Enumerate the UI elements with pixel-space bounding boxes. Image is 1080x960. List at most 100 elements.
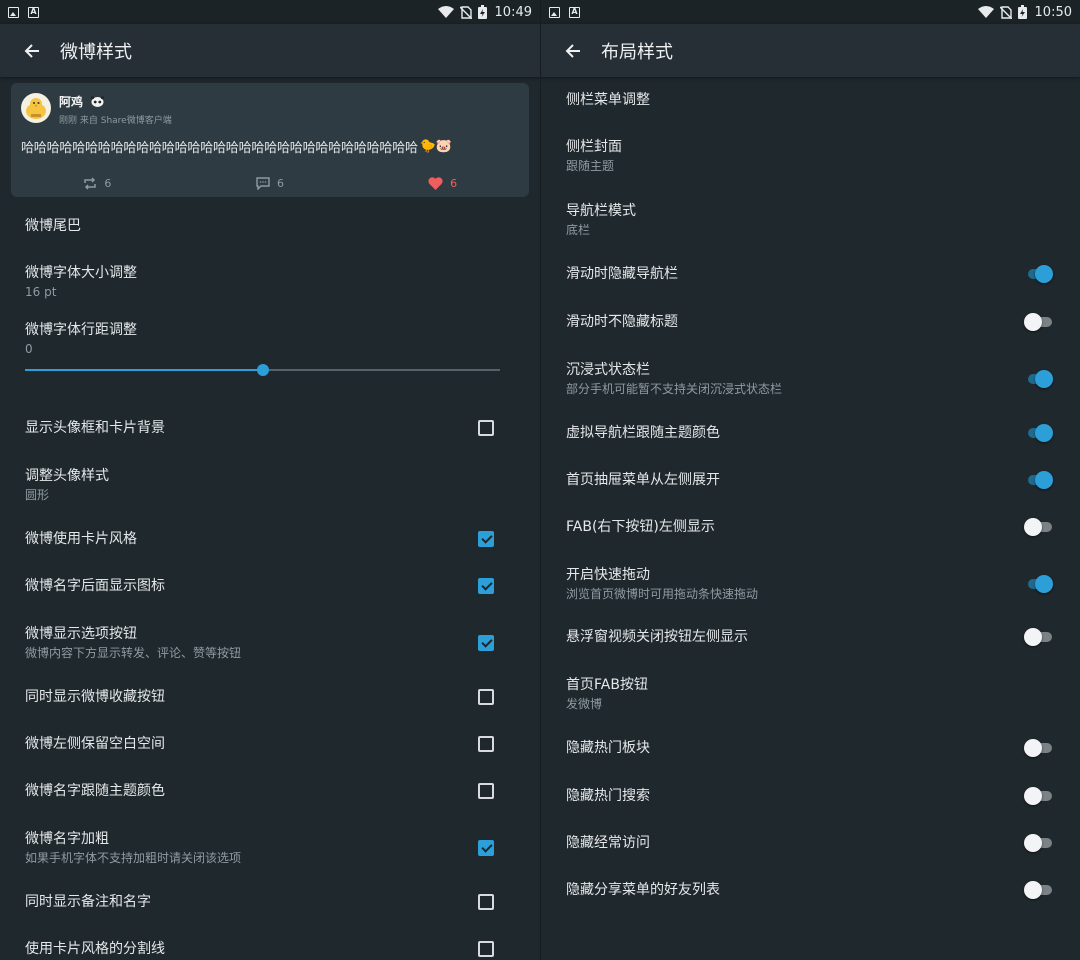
- settings-item-text: 调整头像样式 圆形: [25, 467, 540, 503]
- settings-item[interactable]: 微博名字跟随主题颜色: [0, 776, 540, 806]
- layout-style-settings-list: 侧栏菜单调整 侧栏封面 跟随主题 导航栏模式 底栏 滑动时隐藏导航栏 滑动时不隐藏标题 沉浸式…: [541, 0, 1080, 960]
- weibo-style-screen: A 10:49 微博样式 阿鸡 刚刚 来自 Share微博客户端 哈哈哈哈哈哈哈…: [0, 0, 540, 960]
- settings-item-title: 微博尾巴: [25, 218, 81, 234]
- switch-thumb: [1024, 628, 1042, 646]
- settings-item-text: 使用卡片风格的分割线: [25, 940, 540, 958]
- settings-item[interactable]: 显示头像框和卡片背景: [0, 413, 540, 443]
- checkbox-checked[interactable]: [478, 635, 494, 651]
- settings-item-text: 微博字体行距调整 0: [25, 321, 540, 357]
- toggle-switch-off[interactable]: [1024, 833, 1052, 853]
- settings-item-summary: 跟随主题: [566, 159, 615, 173]
- checkbox-unchecked[interactable]: [478, 894, 494, 910]
- settings-item[interactable]: 开启快速拖动 浏览首页微博时可用拖动条快速拖动: [541, 562, 1080, 606]
- settings-item[interactable]: 悬浮窗视频关闭按钮左侧显示: [541, 622, 1080, 652]
- settings-item[interactable]: FAB(右下按钮)左侧显示: [541, 512, 1080, 542]
- switch-thumb: [1035, 575, 1053, 593]
- settings-item[interactable]: 侧栏菜单调整: [541, 85, 1080, 115]
- settings-item-title: 微博字体行距调整: [25, 322, 137, 338]
- settings-item[interactable]: 隐藏热门板块: [541, 733, 1080, 763]
- settings-item[interactable]: 微博名字后面显示图标: [0, 571, 540, 601]
- settings-item-text: 微博使用卡片风格: [25, 530, 540, 548]
- settings-item-text: 虚拟导航栏跟随主题颜色: [566, 424, 1080, 442]
- switch-thumb: [1024, 834, 1042, 852]
- checkbox-checked[interactable]: [478, 531, 494, 547]
- settings-item-text: 沉浸式状态栏 部分手机可能暂不支持关闭沉浸式状态栏: [566, 361, 1080, 397]
- checkbox-unchecked[interactable]: [478, 783, 494, 799]
- settings-item-title: 显示头像框和卡片背景: [25, 420, 165, 436]
- settings-item[interactable]: 首页抽屉菜单从左侧展开: [541, 465, 1080, 495]
- settings-item[interactable]: 微博字体行距调整 0: [0, 317, 540, 361]
- settings-item-title: 使用卡片风格的分割线: [25, 941, 165, 957]
- back-button[interactable]: [561, 39, 585, 63]
- settings-item-title: 导航栏模式: [566, 203, 636, 219]
- toggle-switch-on[interactable]: [1024, 574, 1053, 594]
- settings-item-title: 首页抽屉菜单从左侧展开: [566, 472, 720, 488]
- settings-item[interactable]: 隐藏经常访问: [541, 828, 1080, 858]
- checkbox-unchecked[interactable]: [478, 420, 494, 436]
- toggle-switch-off[interactable]: [1024, 312, 1052, 332]
- settings-item-text: 滑动时隐藏导航栏: [566, 265, 1080, 283]
- settings-item[interactable]: 首页FAB按钮 发微博: [541, 672, 1080, 716]
- settings-item-text: 隐藏热门搜索: [566, 787, 1080, 805]
- toggle-switch-off[interactable]: [1024, 786, 1052, 806]
- arrow-left-icon: [24, 43, 39, 58]
- toggle-switch-off[interactable]: [1024, 627, 1052, 647]
- checkbox-checked[interactable]: [478, 840, 494, 856]
- app-bar: 布局样式: [541, 24, 1080, 77]
- toggle-switch-off[interactable]: [1024, 880, 1052, 900]
- settings-item-summary: 16 pt: [25, 285, 57, 299]
- settings-item[interactable]: 使用卡片风格的分割线: [0, 934, 540, 960]
- toggle-switch-off[interactable]: [1024, 738, 1052, 758]
- settings-item-title: 侧栏封面: [566, 139, 622, 155]
- settings-item-title: 悬浮窗视频关闭按钮左侧显示: [566, 629, 748, 645]
- settings-item[interactable]: 同时显示微博收藏按钮: [0, 682, 540, 712]
- back-button[interactable]: [20, 39, 44, 63]
- settings-item[interactable]: 沉浸式状态栏 部分手机可能暂不支持关闭沉浸式状态栏: [541, 357, 1080, 401]
- app-bar: 微博样式: [0, 24, 540, 77]
- settings-item-summary: 发微博: [566, 697, 603, 711]
- settings-item[interactable]: 虚拟导航栏跟随主题颜色: [541, 418, 1080, 448]
- toggle-switch-off[interactable]: [1024, 517, 1052, 537]
- settings-item-text: 微博尾巴: [25, 217, 540, 235]
- settings-item[interactable]: 微博使用卡片风格: [0, 524, 540, 554]
- settings-item-title: 首页FAB按钮: [566, 677, 648, 693]
- settings-item-summary: 圆形: [25, 488, 50, 502]
- settings-item[interactable]: 侧栏封面 跟随主题: [541, 134, 1080, 178]
- settings-item[interactable]: 微博显示选项按钮 微博内容下方显示转发、评论、赞等按钮: [0, 621, 540, 665]
- checkbox-unchecked[interactable]: [478, 736, 494, 752]
- screens: A 10:49 微博样式 阿鸡 刚刚 来自 Share微博客户端 哈哈哈哈哈哈哈…: [0, 0, 1080, 960]
- settings-item[interactable]: 调整头像样式 圆形: [0, 463, 540, 507]
- settings-item-text: 导航栏模式 底栏: [566, 202, 1080, 238]
- settings-item[interactable]: 微博尾巴: [0, 211, 540, 241]
- switch-thumb: [1024, 739, 1042, 757]
- settings-item-title: 隐藏热门板块: [566, 740, 650, 756]
- settings-item-text: 侧栏封面 跟随主题: [566, 138, 1080, 174]
- settings-item-text: 微博左侧保留空白空间: [25, 735, 540, 753]
- settings-item-text: 微博名字跟随主题颜色: [25, 782, 540, 800]
- checkbox-checked[interactable]: [478, 578, 494, 594]
- switch-thumb: [1024, 881, 1042, 899]
- switch-thumb: [1035, 370, 1053, 388]
- checkbox-unchecked[interactable]: [478, 689, 494, 705]
- line-spacing-slider[interactable]: [25, 363, 500, 377]
- toggle-switch-on[interactable]: [1024, 470, 1053, 490]
- settings-item-title: 沉浸式状态栏: [566, 362, 650, 378]
- settings-item[interactable]: 滑动时隐藏导航栏: [541, 259, 1080, 289]
- settings-item-title: 滑动时不隐藏标题: [566, 314, 678, 330]
- settings-item[interactable]: 导航栏模式 底栏: [541, 198, 1080, 242]
- toggle-switch-on[interactable]: [1024, 264, 1053, 284]
- settings-item[interactable]: 微博字体大小调整 16 pt: [0, 260, 540, 304]
- switch-thumb: [1035, 265, 1053, 283]
- slider-thumb[interactable]: [256, 364, 269, 376]
- settings-item[interactable]: 微博名字加粗 如果手机字体不支持加粗时请关闭该选项: [0, 826, 540, 870]
- settings-item[interactable]: 同时显示备注和名字: [0, 887, 540, 917]
- toggle-switch-on[interactable]: [1024, 369, 1053, 389]
- settings-item[interactable]: 微博左侧保留空白空间: [0, 729, 540, 759]
- settings-item-text: 同时显示备注和名字: [25, 893, 540, 911]
- settings-item[interactable]: 滑动时不隐藏标题: [541, 307, 1080, 337]
- switch-thumb: [1035, 424, 1053, 442]
- checkbox-unchecked[interactable]: [478, 941, 494, 957]
- settings-item[interactable]: 隐藏热门搜索: [541, 781, 1080, 811]
- settings-item[interactable]: 隐藏分享菜单的好友列表: [541, 875, 1080, 905]
- toggle-switch-on[interactable]: [1024, 423, 1053, 443]
